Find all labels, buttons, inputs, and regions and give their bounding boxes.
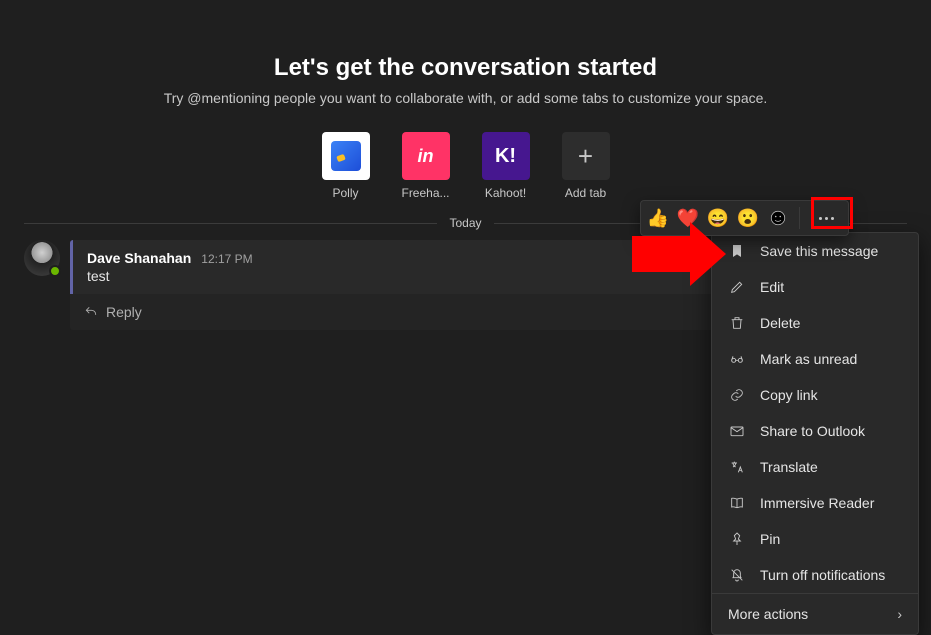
glasses-icon [728, 350, 746, 368]
tab-polly[interactable]: Polly [314, 132, 378, 200]
message-timestamp: 12:17 PM [201, 252, 252, 266]
page-title: Let's get the conversation started [0, 54, 931, 82]
avatar[interactable] [24, 240, 60, 276]
menu-label: Pin [760, 531, 780, 547]
tile-label: Kahoot! [485, 186, 526, 200]
menu-save-message[interactable]: Save this message [712, 233, 918, 269]
tile-label: Polly [332, 186, 358, 200]
menu-pin[interactable]: Pin [712, 521, 918, 557]
menu-label: Copy link [760, 387, 818, 403]
reply-label: Reply [106, 304, 142, 320]
tab-freehand[interactable]: in Freeha... [394, 132, 458, 200]
bell-off-icon [728, 566, 746, 584]
menu-label: Delete [760, 315, 800, 331]
tile-label: Freeha... [401, 186, 449, 200]
menu-label: Edit [760, 279, 784, 295]
book-icon [728, 494, 746, 512]
menu-translate[interactable]: Translate [712, 449, 918, 485]
plus-icon: + [562, 132, 610, 180]
menu-mark-unread[interactable]: Mark as unread [712, 341, 918, 377]
menu-turn-off-notifications[interactable]: Turn off notifications [712, 557, 918, 593]
tab-tiles: Polly in Freeha... K! Kahoot! + Add tab [0, 132, 931, 200]
pencil-icon [728, 278, 746, 296]
reaction-laugh[interactable]: 😄 [707, 207, 729, 229]
freehand-icon: in [402, 132, 450, 180]
menu-label: Immersive Reader [760, 495, 874, 511]
welcome-header: Let's get the conversation started Try @… [0, 0, 931, 200]
menu-label: Save this message [760, 243, 878, 259]
more-actions-button[interactable] [815, 207, 837, 229]
reaction-surprised[interactable]: 😮 [737, 207, 759, 229]
polly-icon [322, 132, 370, 180]
tab-kahoot[interactable]: K! Kahoot! [474, 132, 538, 200]
menu-label: Turn off notifications [760, 567, 885, 583]
presence-indicator [49, 265, 61, 277]
add-tab-button[interactable]: + Add tab [554, 132, 618, 200]
pin-icon [728, 530, 746, 548]
message-author: Dave Shanahan [87, 250, 191, 266]
tile-label: Add tab [565, 186, 606, 200]
mail-icon [728, 422, 746, 440]
trash-icon [728, 314, 746, 332]
reaction-heart[interactable]: ❤️ [677, 207, 699, 229]
reply-icon [84, 305, 98, 319]
menu-copy-link[interactable]: Copy link [712, 377, 918, 413]
reaction-like[interactable]: 👍 [647, 207, 669, 229]
menu-share-outlook[interactable]: Share to Outlook [712, 413, 918, 449]
menu-edit[interactable]: Edit [712, 269, 918, 305]
menu-immersive-reader[interactable]: Immersive Reader [712, 485, 918, 521]
page-subtitle: Try @mentioning people you want to colla… [0, 90, 931, 106]
message-context-menu: Save this message Edit Delete Mark as un… [711, 232, 919, 635]
date-label: Today [437, 216, 493, 230]
translate-icon [728, 458, 746, 476]
menu-delete[interactable]: Delete [712, 305, 918, 341]
menu-label: Mark as unread [760, 351, 857, 367]
bookmark-icon [728, 242, 746, 260]
link-icon [728, 386, 746, 404]
reaction-toolbar: 👍 ❤️ 😄 😮 [640, 200, 849, 236]
menu-label: Translate [760, 459, 818, 475]
sticker-icon[interactable] [767, 207, 789, 229]
kahoot-icon: K! [482, 132, 530, 180]
menu-more-actions[interactable]: More actions › [712, 594, 918, 634]
menu-label: Share to Outlook [760, 423, 865, 439]
